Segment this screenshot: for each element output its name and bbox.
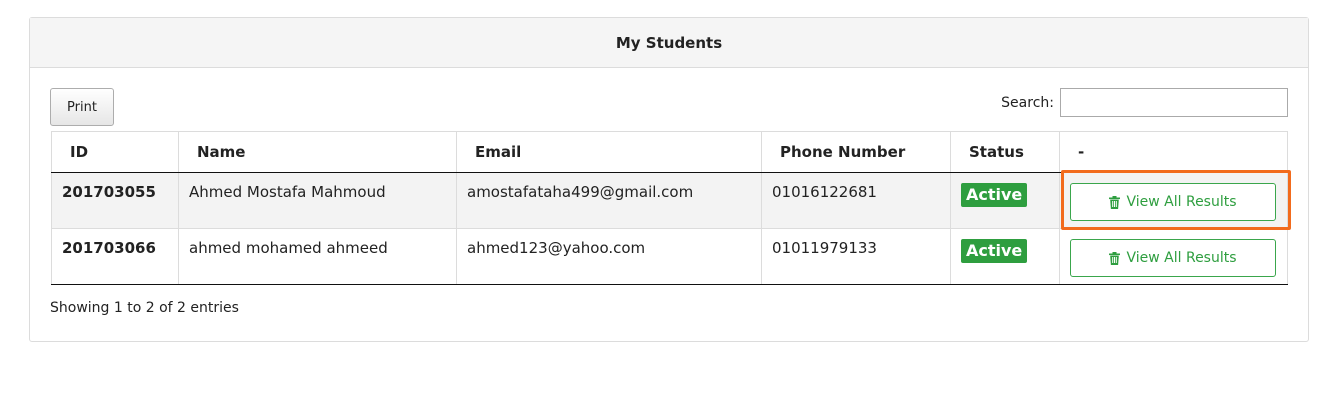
trash-icon [1109,251,1121,265]
student-name: Ahmed Mostafa Mahmoud [178,172,457,229]
student-status-cell: Active [950,228,1060,285]
status-badge: Active [961,183,1028,207]
student-id: 201703055 [51,172,179,229]
table-info: Showing 1 to 2 of 2 entries [50,300,239,316]
column-header-phone[interactable]: Phone Number [761,131,951,173]
student-phone: 01016122681 [761,172,951,229]
view-all-results-button[interactable]: View All Results [1070,183,1276,221]
table-header-row: ID Name Email Phone Number Status - [51,131,1288,173]
student-actions-cell: View All Results [1059,228,1288,285]
student-status-cell: Active [950,172,1060,229]
column-header-status[interactable]: Status [950,131,1060,173]
student-email: amostafataha499@gmail.com [456,172,762,229]
trash-icon [1109,195,1121,209]
view-all-results-button[interactable]: View All Results [1070,239,1276,277]
panel-title: My Students [30,18,1308,68]
students-table: ID Name Email Phone Number Status - 2017… [51,131,1288,285]
view-all-results-label: View All Results [1126,194,1237,210]
column-header-actions: - [1059,131,1288,173]
view-all-results-label: View All Results [1126,250,1237,266]
table-row: 201703066 ahmed mohamed ahmeed ahmed123@… [51,228,1288,285]
column-header-name[interactable]: Name [178,131,457,173]
search-input[interactable] [1060,88,1288,117]
student-email: ahmed123@yahoo.com [456,228,762,285]
table-row: 201703055 Ahmed Mostafa Mahmoud amostafa… [51,172,1288,229]
search-label: Search: [1001,94,1054,111]
student-name: ahmed mohamed ahmeed [178,228,457,285]
student-actions-cell: View All Results [1059,172,1288,229]
print-button[interactable]: Print [50,88,114,126]
student-id: 201703066 [51,228,179,285]
student-phone: 01011979133 [761,228,951,285]
column-header-id[interactable]: ID [51,131,179,173]
students-panel: My Students Print Search: ID Name Email … [29,17,1309,342]
search-area: Search: [1001,88,1288,117]
column-header-email[interactable]: Email [456,131,762,173]
status-badge: Active [961,239,1028,263]
